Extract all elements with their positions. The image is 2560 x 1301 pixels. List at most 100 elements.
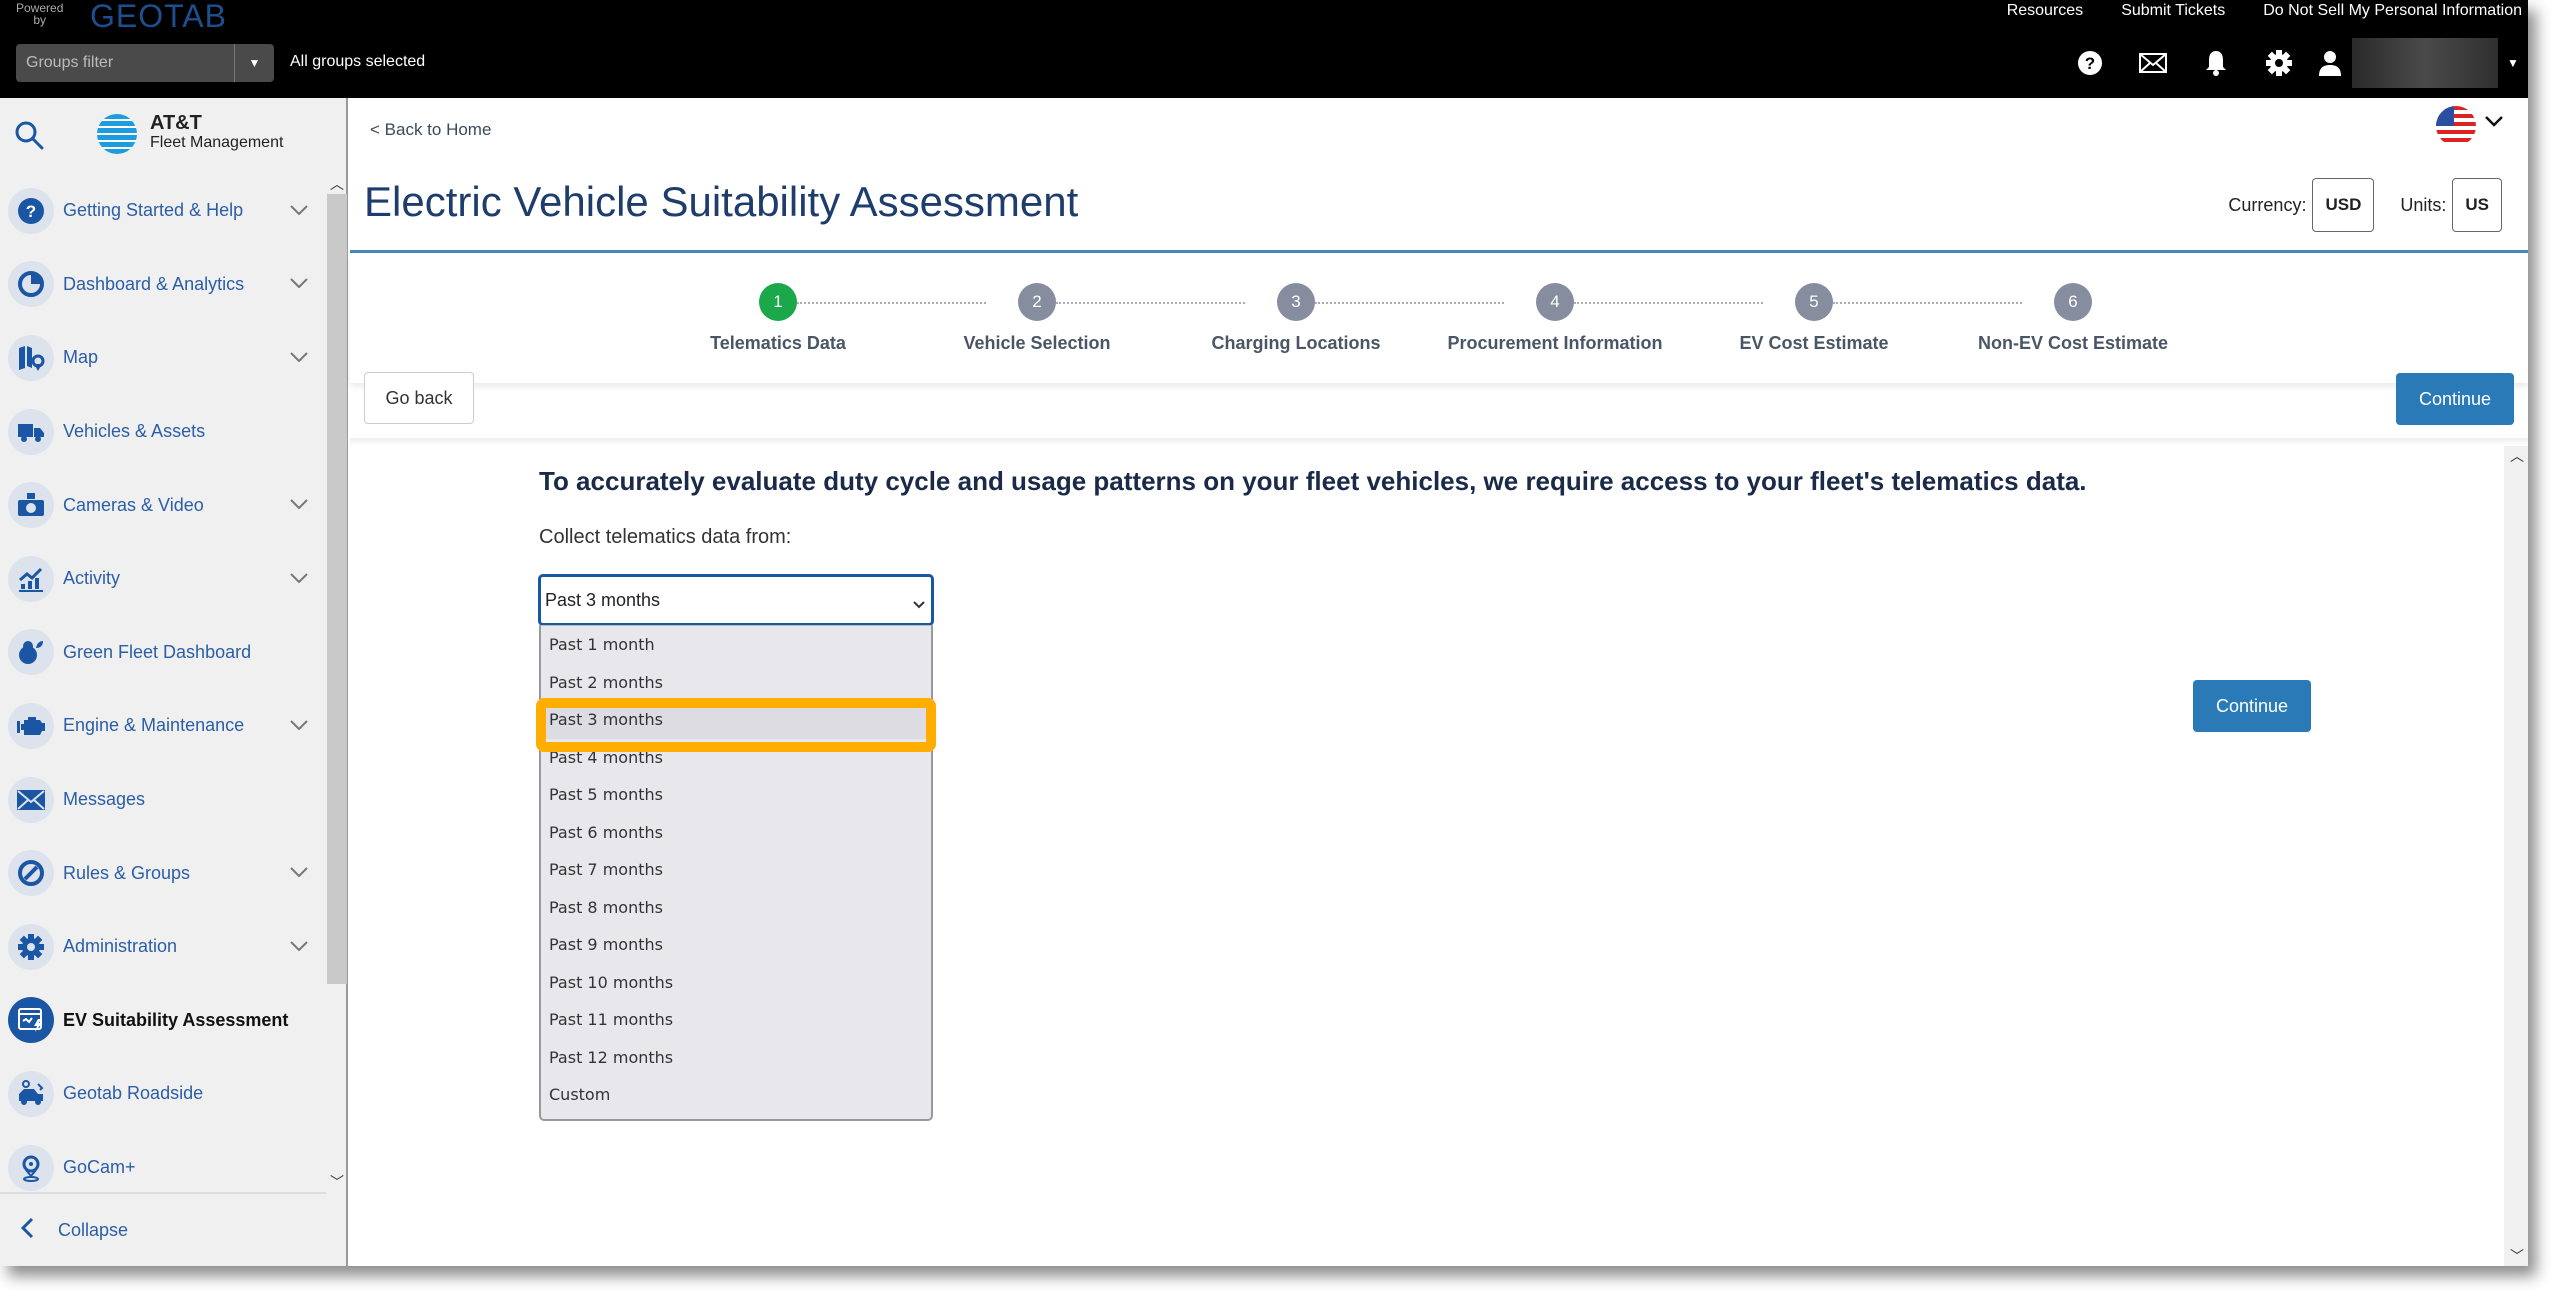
continue-button[interactable]: Continue	[2193, 680, 2311, 732]
option-past-4-months[interactable]: Past 4 months	[541, 739, 931, 777]
user-icon[interactable]	[2310, 40, 2350, 86]
scroll-down-icon[interactable]: ﹀	[2510, 1246, 2524, 1266]
chevron-down-icon[interactable]	[290, 349, 308, 367]
step-telematics-data[interactable]: 1 Telematics Data	[648, 253, 908, 354]
chevron-down-icon[interactable]	[290, 496, 308, 514]
scroll-down-icon[interactable]: ﹀	[330, 1172, 344, 1192]
mail-icon[interactable]	[2121, 40, 2184, 86]
option-past-6-months[interactable]: Past 6 months	[541, 814, 931, 852]
scroll-up-icon[interactable]: ︿	[330, 174, 344, 194]
option-past-1-month[interactable]: Past 1 month	[541, 626, 931, 664]
groups-filter-input[interactable]: Groups filter	[16, 54, 234, 72]
go-back-button[interactable]: Go back	[364, 372, 474, 424]
language-chevron-down-icon[interactable]	[2484, 114, 2504, 132]
do-not-sell-link[interactable]: Do Not Sell My Personal Information	[2263, 2, 2522, 20]
step-vehicle-selection[interactable]: 2 Vehicle Selection	[907, 253, 1167, 354]
chevron-down-icon[interactable]	[290, 717, 308, 735]
gear-icon[interactable]	[2247, 40, 2310, 86]
option-past-11-months[interactable]: Past 11 months	[541, 1001, 931, 1039]
main-content: < Back to Home Electric Vehicle Suitabil…	[350, 98, 2528, 1266]
sidebar-item-map[interactable]: Map	[0, 321, 326, 395]
currency-label: Currency:	[2228, 194, 2307, 215]
chevron-down-icon[interactable]	[290, 570, 308, 588]
units-value[interactable]: US	[2452, 178, 2502, 232]
option-past-2-months[interactable]: Past 2 months	[541, 664, 931, 702]
map-icon	[8, 334, 54, 381]
sidebar-item-getting-started[interactable]: ? Getting Started & Help	[0, 174, 326, 248]
top-bar: Powered by GEOTAB Resources Submit Ticket…	[0, 0, 2528, 98]
collapse-label: Collapse	[58, 1219, 129, 1240]
scroll-up-icon[interactable]: ︿	[2510, 446, 2524, 466]
collect-data-label: Collect telematics data from:	[539, 526, 792, 548]
submit-tickets-link[interactable]: Submit Tickets	[2121, 2, 2225, 20]
roadside-icon	[8, 1070, 54, 1117]
option-past-9-months[interactable]: Past 9 months	[541, 926, 931, 964]
sidebar-item-engine[interactable]: Engine & Maintenance	[0, 689, 326, 763]
step-charging-locations[interactable]: 3 Charging Locations	[1166, 253, 1426, 354]
sidebar-item-messages[interactable]: Messages	[0, 763, 326, 837]
groups-filter[interactable]: Groups filter ▼	[16, 44, 274, 82]
step-non-ev-cost-estimate[interactable]: 6 Non-EV Cost Estimate	[1943, 253, 2203, 354]
chevron-down-icon[interactable]	[290, 202, 308, 220]
sidebar-item-ev-suitability[interactable]: EV Suitability Assessment	[0, 984, 326, 1058]
sidebar-item-green-fleet[interactable]: Green Fleet Dashboard	[0, 616, 326, 690]
intro-text: To accurately evaluate duty cycle and us…	[539, 466, 2087, 496]
sidebar-item-gocam[interactable]: GoCam+	[0, 1131, 326, 1192]
user-menu-caret-icon[interactable]: ▼	[2498, 56, 2528, 70]
sidebar-item-label: Engine & Maintenance	[63, 715, 245, 736]
chevron-down-icon	[913, 593, 925, 614]
app-window: Powered by GEOTAB Resources Submit Ticket…	[0, 0, 2528, 1266]
sidebar: AT&T Fleet Management ? Getting Started …	[0, 98, 348, 1266]
ev-assessment-icon	[8, 997, 54, 1044]
att-title: AT&T	[150, 112, 202, 134]
option-past-5-months[interactable]: Past 5 months	[541, 776, 931, 814]
groups-status: All groups selected	[290, 53, 426, 70]
sidebar-item-administration[interactable]: Administration	[0, 910, 326, 984]
att-subtitle: Fleet Management	[150, 134, 284, 151]
option-past-7-months[interactable]: Past 7 months	[541, 851, 931, 889]
sidebar-item-dashboard[interactable]: Dashboard & Analytics	[0, 248, 326, 322]
groups-filter-dropdown-button[interactable]: ▼	[234, 44, 274, 82]
chevron-down-icon[interactable]	[290, 864, 308, 882]
sidebar-nav: ? Getting Started & Help Dashboard & Ana…	[0, 174, 326, 1192]
sidebar-item-label: EV Suitability Assessment	[63, 1009, 289, 1030]
chevron-down-icon[interactable]	[290, 938, 308, 956]
us-flag-icon[interactable]	[2436, 106, 2476, 146]
step-label: Telematics Data	[710, 333, 846, 353]
sidebar-item-rules[interactable]: Rules & Groups	[0, 836, 326, 910]
option-past-3-months[interactable]: Past 3 months	[541, 701, 931, 739]
chevron-left-icon	[20, 1217, 34, 1244]
search-icon[interactable]	[14, 120, 44, 155]
bell-icon[interactable]	[2184, 40, 2247, 86]
sidebar-item-vehicles[interactable]: Vehicles & Assets	[0, 395, 326, 469]
option-past-10-months[interactable]: Past 10 months	[541, 964, 931, 1002]
sidebar-item-label: Map	[63, 347, 99, 368]
option-past-12-months[interactable]: Past 12 months	[541, 1039, 931, 1077]
sidebar-item-label: Green Fleet Dashboard	[63, 641, 252, 662]
chevron-down-icon[interactable]	[290, 275, 308, 293]
step-ev-cost-estimate[interactable]: 5 EV Cost Estimate	[1684, 253, 1944, 354]
sidebar-scrollbar[interactable]: ︿ ﹀	[326, 174, 347, 1192]
top-icons: ? ▼	[2058, 38, 2528, 88]
help-icon[interactable]: ?	[2058, 40, 2121, 86]
section-divider	[350, 438, 2528, 446]
collapse-button[interactable]: Collapse	[0, 1192, 326, 1266]
engine-icon	[8, 702, 54, 749]
step-procurement-information[interactable]: 4 Procurement Information	[1425, 253, 1685, 354]
att-logo-text: AT&T Fleet Management	[150, 112, 284, 152]
currency-value[interactable]: USD	[2312, 178, 2375, 232]
user-name-redacted[interactable]	[2352, 38, 2498, 88]
option-past-8-months[interactable]: Past 8 months	[541, 889, 931, 927]
option-custom[interactable]: Custom	[541, 1076, 931, 1114]
sidebar-scroll-thumb[interactable]	[327, 194, 347, 984]
back-to-home-link[interactable]: < Back to Home	[370, 120, 491, 140]
time-range-select[interactable]: Past 3 months	[538, 574, 934, 626]
cog-icon	[8, 923, 54, 970]
sidebar-item-activity[interactable]: Activity	[0, 542, 326, 616]
sidebar-item-roadside[interactable]: Geotab Roadside	[0, 1057, 326, 1131]
step-number: 4	[1536, 283, 1574, 321]
continue-button-top[interactable]: Continue	[2396, 373, 2514, 425]
resources-link[interactable]: Resources	[2007, 2, 2083, 20]
sidebar-item-cameras[interactable]: Cameras & Video	[0, 468, 326, 542]
main-scrollbar[interactable]: ︿ ﹀	[2504, 446, 2528, 1266]
